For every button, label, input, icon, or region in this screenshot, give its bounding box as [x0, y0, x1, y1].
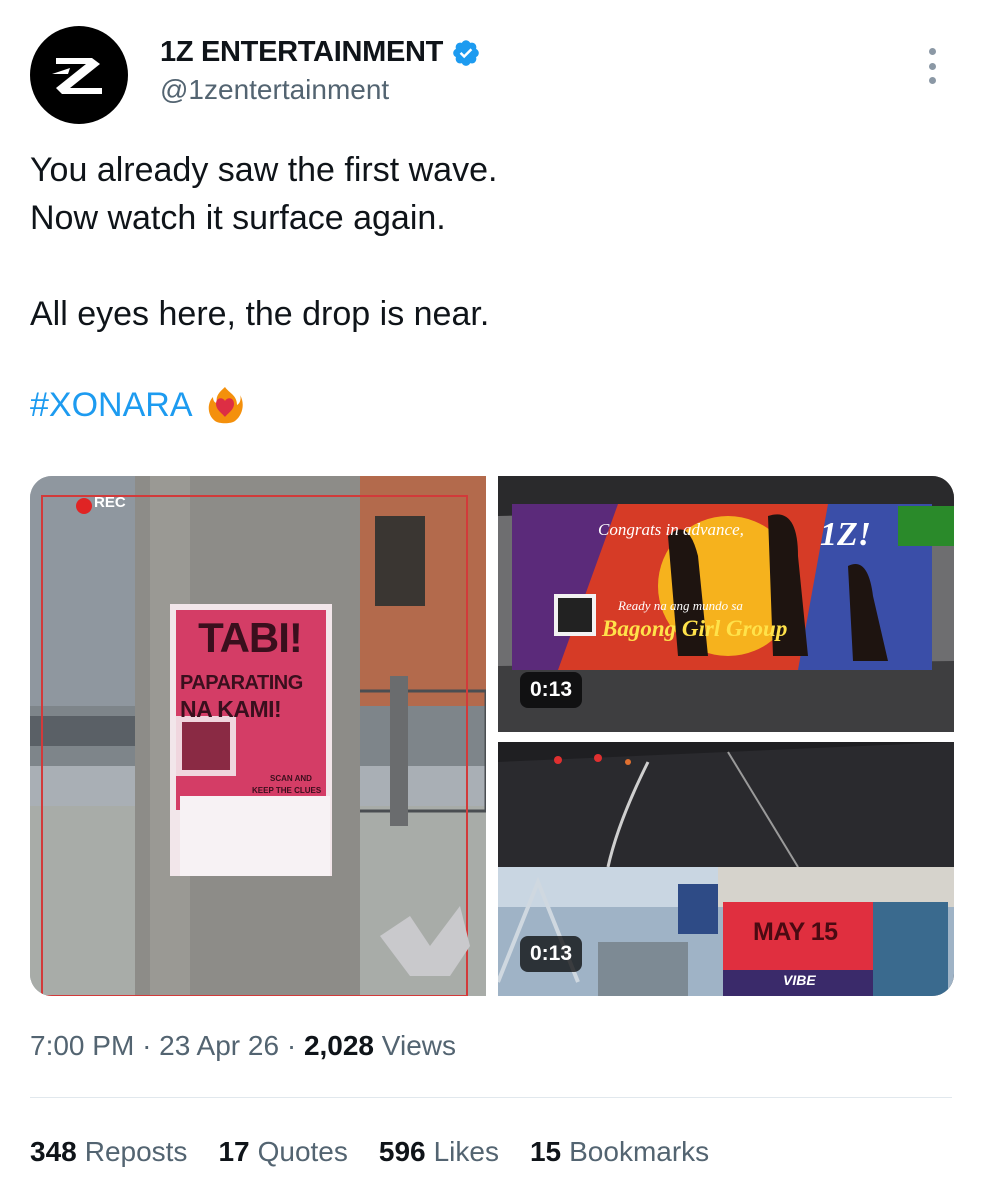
- display-name[interactable]: 1Z ENTERTAINMENT: [160, 36, 443, 69]
- views-count: 2,028: [303, 1030, 375, 1061]
- stat-count: 348: [30, 1136, 77, 1167]
- media-photo-poster[interactable]: REC TABI! PAPARATING NA KAMI! SCAN AND K…: [30, 476, 486, 996]
- avatar[interactable]: [30, 26, 128, 124]
- separator-dot: ·: [142, 1030, 160, 1061]
- tweet-text-line: All eyes here, the drop is near.: [30, 295, 490, 333]
- stat-count: 15: [529, 1136, 562, 1167]
- banner-main-text: Bagong Girl Group: [602, 616, 788, 641]
- dot-icon: [928, 62, 936, 70]
- engagement-stats: 348 Reposts 17 Quotes 596 Likes 15 Bookm…: [30, 1136, 740, 1168]
- poster-title: TABI!: [198, 614, 303, 661]
- media-grid: REC TABI! PAPARATING NA KAMI! SCAN AND K…: [30, 476, 954, 996]
- billboard-text: MAY 15: [753, 918, 838, 946]
- hashtag-link[interactable]: #XONARA: [30, 386, 193, 425]
- stat-label: Quotes: [257, 1136, 348, 1167]
- video-duration-badge: 0:13: [520, 672, 583, 708]
- stat-likes[interactable]: 596 Likes: [379, 1136, 499, 1168]
- account-handle[interactable]: @1zentertainment: [160, 74, 389, 106]
- heart-on-fire-icon: [208, 387, 243, 424]
- banner-top-text: Congrats in advance,: [598, 520, 744, 539]
- media-video-banner[interactable]: Congrats in advance, 1Z! Ready na ang mu…: [498, 476, 954, 732]
- divider: [30, 1097, 952, 1098]
- stat-label: Likes: [433, 1136, 499, 1167]
- stat-quotes[interactable]: 17 Quotes: [218, 1136, 347, 1168]
- poster-line-1: PAPARATING: [180, 672, 303, 694]
- stat-count: 17: [218, 1136, 250, 1167]
- account-name-row[interactable]: 1Z ENTERTAINMENT: [160, 36, 481, 69]
- tweet-text-line: You already saw the first wave.: [30, 151, 498, 189]
- stat-bookmarks[interactable]: 15 Bookmarks: [530, 1136, 709, 1168]
- poster-keep-text: KEEP THE CLUES: [252, 786, 322, 795]
- hashtag-row: #XONARA: [30, 385, 243, 425]
- stat-reposts[interactable]: 348 Reposts: [30, 1136, 187, 1168]
- more-options-button[interactable]: [920, 48, 944, 84]
- stat-label: Bookmarks: [569, 1136, 710, 1167]
- separator-dot: ·: [286, 1030, 304, 1061]
- banner-ready-text: Ready na ang mundo sa: [618, 598, 743, 613]
- video-duration-badge: 0:13: [520, 936, 583, 972]
- rec-label: REC: [94, 494, 126, 511]
- poster-scan-text: SCAN AND: [270, 774, 312, 783]
- tweet-meta: 7:00 PM · 23 Apr 26 · 2,028 Views: [30, 1030, 456, 1062]
- dot-icon: [928, 77, 936, 84]
- views-label: Views: [381, 1030, 456, 1061]
- media-video-billboard[interactable]: MAY 15 VIBE 0:13: [498, 742, 954, 996]
- dot-icon: [928, 48, 936, 55]
- stat-count: 596: [378, 1136, 426, 1167]
- vibe-sign-text: VIBE: [783, 972, 816, 988]
- poster-line-2: NA KAMI!: [180, 696, 282, 722]
- tweet-text-line: Now watch it surface again.: [30, 199, 446, 237]
- poster-scene: [30, 476, 486, 996]
- verified-badge-icon: [453, 39, 479, 66]
- banner-brand-text: 1Z!: [820, 516, 871, 553]
- 1z-logo-icon: [52, 58, 102, 94]
- stat-label: Reposts: [84, 1136, 188, 1167]
- tweet-date[interactable]: 23 Apr 26: [159, 1030, 279, 1061]
- tweet-time[interactable]: 7:00 PM: [30, 1030, 134, 1061]
